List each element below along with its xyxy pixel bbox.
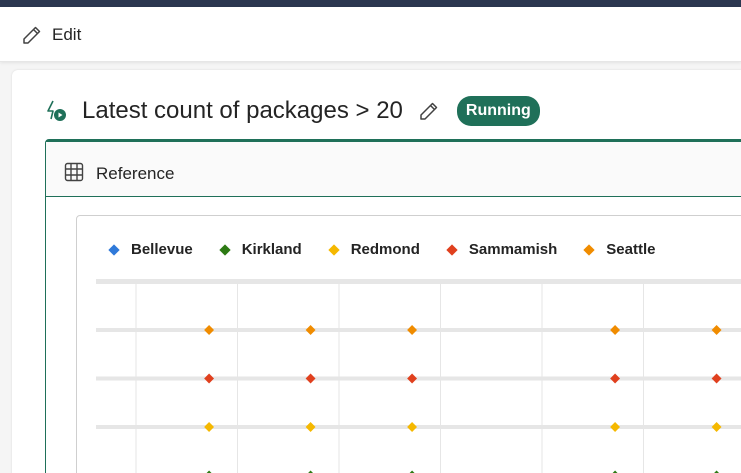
data-point[interactable] [407,325,418,335]
data-point[interactable] [305,325,316,335]
lane-track [96,376,741,381]
data-point[interactable] [610,373,621,384]
lane-track [96,328,741,332]
data-point[interactable] [204,373,215,384]
data-point[interactable] [305,422,316,432]
data-point[interactable] [407,373,418,384]
data-point[interactable] [711,422,722,432]
data-point[interactable] [610,325,621,335]
data-point[interactable] [407,422,418,432]
data-point[interactable] [204,422,215,432]
data-point[interactable] [711,373,722,384]
data-point[interactable] [204,325,215,335]
lane-track [96,425,741,429]
chart-plot-area [96,279,741,473]
data-point[interactable] [711,325,722,335]
chart-top-band [96,279,741,284]
data-point[interactable] [610,422,621,432]
data-point[interactable] [305,373,316,384]
